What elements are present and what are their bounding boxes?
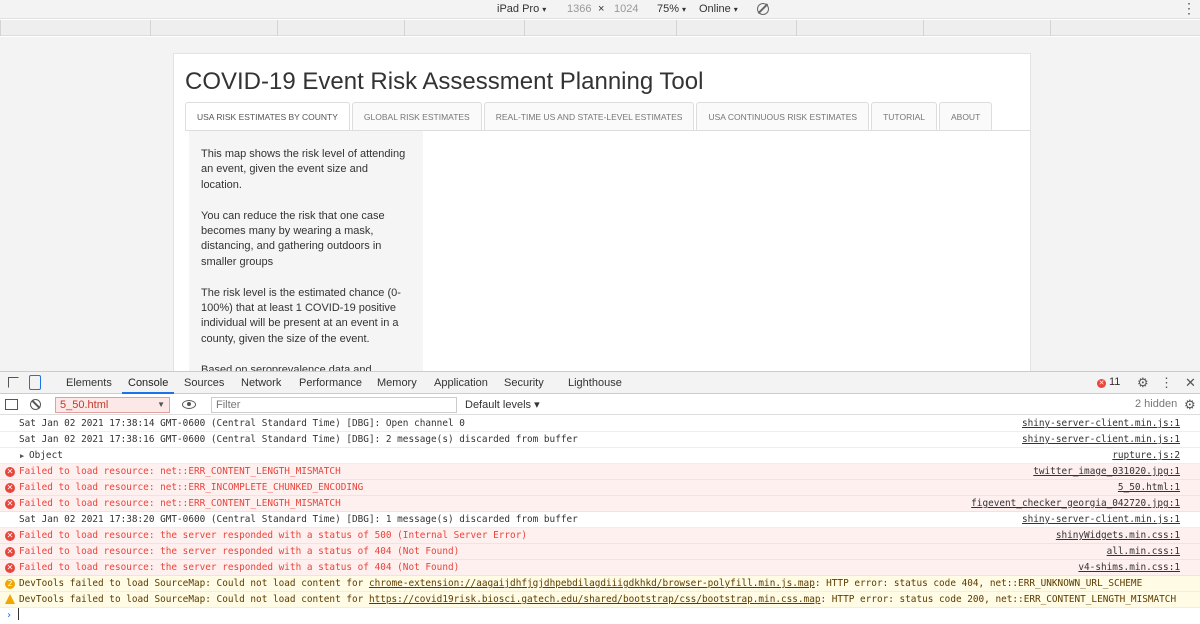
log-levels-select[interactable]: Default levels ▾ <box>465 398 540 411</box>
device-toolbar: iPad Pro ▾ 1366 × 1024 75% ▾ Online ▾ ⋮ <box>0 0 1200 19</box>
source-link[interactable]: 5_50.html:1 <box>1118 480 1180 496</box>
info-sidebar: This map shows the risk level of attendi… <box>189 131 423 371</box>
sidebar-paragraph: You can reduce the risk that one case be… <box>201 209 385 268</box>
chevron-down-icon: ▼ <box>157 400 165 409</box>
tab-tutorial[interactable]: TUTORIAL <box>871 102 937 131</box>
source-link[interactable]: shiny-server-client.min.js:1 <box>1022 512 1180 528</box>
tab-network[interactable]: Network <box>241 372 281 394</box>
tab-elements[interactable]: Elements <box>66 372 112 394</box>
sidebar-paragraph: Based on seroprevalence data and increas… <box>201 363 372 371</box>
devtools-tabbar: Elements Console Sources Network Perform… <box>0 371 1200 394</box>
page-title: COVID-19 Event Risk Assessment Planning … <box>185 68 704 95</box>
error-icon: ✕ <box>5 547 15 557</box>
console-error: ✕ Failed to load resource: the server res… <box>0 560 1200 576</box>
height-field[interactable]: 1024 <box>614 2 638 17</box>
source-link[interactable]: figevent_checker_georgia_042720.jpg:1 <box>971 496 1180 512</box>
tab-global-risk[interactable]: GLOBAL RISK ESTIMATES <box>351 102 482 131</box>
close-icon[interactable]: ✕ <box>1185 375 1196 391</box>
console-warning: 2 DevTools failed to load SourceMap: Coul… <box>0 576 1200 592</box>
console-message: Sat Jan 02 2021 17:38:14 GMT-0600 (Centr… <box>0 416 1200 432</box>
clear-console-icon[interactable] <box>30 399 41 410</box>
hidden-count: 2 hidden <box>1135 398 1178 410</box>
source-link[interactable]: shiny-server-client.min.js:1 <box>1022 416 1180 432</box>
zoom-select[interactable]: 75% ▾ <box>657 2 686 17</box>
more-options-icon[interactable]: ⋮ <box>1160 375 1173 391</box>
tab-real-time-estimates[interactable]: REAL-TIME US AND STATE-LEVEL ESTIMATES <box>483 102 695 131</box>
tab-lighthouse[interactable]: Lighthouse <box>568 372 622 394</box>
source-link[interactable]: twitter_image_031020.jpg:1 <box>1033 464 1180 480</box>
tab-security[interactable]: Security <box>504 372 544 394</box>
console-error: ✕ Failed to load resource: net::ERR_INCOM… <box>0 480 1200 496</box>
console-toolbar: 5_50.html ▼ Filter Default levels ▾ 2 hid… <box>0 395 1200 415</box>
device-select[interactable]: iPad Pro ▾ <box>497 2 546 17</box>
prompt-chevron-icon: › <box>6 610 13 621</box>
error-counter[interactable]: ✕ 11 <box>1097 376 1120 388</box>
warning-icon <box>5 594 15 604</box>
source-link[interactable]: shiny-server-client.min.js:1 <box>1022 432 1180 448</box>
sidebar-paragraph: This map shows the risk level of attendi… <box>201 148 406 191</box>
console-output: Sat Jan 02 2021 17:38:14 GMT-0600 (Centr… <box>0 416 1200 623</box>
console-error: ✕ Failed to load resource: the server res… <box>0 544 1200 560</box>
sourcemap-link[interactable]: https://covid19risk.biosci.gatech.edu/sh… <box>369 594 821 605</box>
error-icon: ✕ <box>5 467 15 477</box>
tab-usa-continuous-risk[interactable]: USA CONTINUOUS RISK ESTIMATES <box>696 102 870 131</box>
console-object[interactable]: ▶ Object rupture.js:2 <box>0 448 1200 464</box>
more-options-icon[interactable]: ⋮ <box>1182 1 1196 16</box>
sidebar-paragraph: The risk level is the estimated chance (… <box>201 286 401 345</box>
source-link[interactable]: shinyWidgets.min.css:1 <box>1056 528 1180 544</box>
error-icon: ✕ <box>5 483 15 493</box>
context-select[interactable]: 5_50.html ▼ <box>55 397 170 413</box>
text-cursor <box>18 608 20 620</box>
device-toggle-icon[interactable] <box>29 375 41 390</box>
console-error: ✕ Failed to load resource: net::ERR_CONTE… <box>0 496 1200 512</box>
error-icon: ✕ <box>1097 379 1106 388</box>
page-tabs: USA RISK ESTIMATES BY COUNTY GLOBAL RISK… <box>185 102 994 131</box>
device-viewport: COVID-19 Event Risk Assessment Planning … <box>0 37 1200 371</box>
tab-sources[interactable]: Sources <box>184 372 224 394</box>
console-sidebar-toggle-icon[interactable] <box>5 399 18 410</box>
source-link[interactable]: rupture.js:2 <box>1112 448 1180 464</box>
width-field[interactable]: 1366 <box>567 2 591 17</box>
console-prompt[interactable]: › <box>0 608 1200 624</box>
error-icon: ✕ <box>5 499 15 509</box>
tab-about[interactable]: ABOUT <box>938 102 993 131</box>
tab-memory[interactable]: Memory <box>377 372 417 394</box>
network-throttle-select[interactable]: Online ▾ <box>699 2 738 17</box>
console-warning: DevTools failed to load SourceMap: Could… <box>0 592 1200 608</box>
times-sign: × <box>598 3 605 15</box>
settings-gear-icon[interactable]: ⚙ <box>1137 375 1149 391</box>
source-link[interactable]: v4-shims.min.css:1 <box>1078 560 1180 576</box>
filter-input[interactable]: Filter <box>211 397 457 413</box>
error-icon: ✕ <box>5 531 15 541</box>
tab-usa-risk-by-county[interactable]: USA RISK ESTIMATES BY COUNTY <box>185 102 350 131</box>
console-settings-gear-icon[interactable]: ⚙ <box>1184 397 1196 413</box>
media-query-ruler <box>0 20 1200 36</box>
web-page: COVID-19 Event Risk Assessment Planning … <box>173 53 1031 371</box>
warning-count-badge: 2 <box>5 579 15 589</box>
tab-console[interactable]: Console <box>122 372 175 394</box>
tab-performance[interactable]: Performance <box>299 372 362 394</box>
source-link[interactable]: all.min.css:1 <box>1107 544 1180 560</box>
error-icon: ✕ <box>5 563 15 573</box>
console-error: ✕ Failed to load resource: the server res… <box>0 528 1200 544</box>
expand-triangle-icon[interactable]: ▶ <box>20 448 24 464</box>
rotate-icon[interactable] <box>757 3 769 15</box>
console-message: Sat Jan 02 2021 17:38:20 GMT-0600 (Centr… <box>0 512 1200 528</box>
tab-application[interactable]: Application <box>434 372 488 394</box>
console-message: Sat Jan 02 2021 17:38:16 GMT-0600 (Centr… <box>0 432 1200 448</box>
live-expression-eye-icon[interactable] <box>182 400 196 409</box>
sourcemap-link[interactable]: chrome-extension://aagaijdhfjgjdhpebdila… <box>369 578 815 589</box>
console-error: ✕ Failed to load resource: net::ERR_CONTE… <box>0 464 1200 480</box>
inspect-element-icon[interactable] <box>8 377 19 388</box>
